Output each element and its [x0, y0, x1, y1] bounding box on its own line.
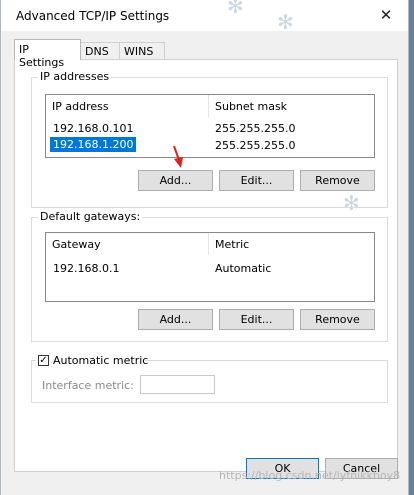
column-header-ip-address[interactable]: IP address	[52, 95, 109, 118]
button-label: Add...	[159, 313, 192, 326]
gateway-remove-button[interactable]: Remove	[300, 309, 375, 330]
ip-row-1-address[interactable]: 192.168.0.101	[53, 122, 133, 135]
gateway-add-button[interactable]: Add...	[138, 309, 213, 330]
ip-row-2-mask[interactable]: 255.255.255.0	[215, 139, 295, 152]
tab-ip-settings[interactable]: IP Settings	[14, 39, 81, 69]
ip-edit-button[interactable]: Edit...	[219, 170, 294, 191]
ip-addresses-legend: IP addresses	[38, 70, 112, 83]
title-bar: Advanced TCP/IP Settings ✻ ✻ ✕	[1, 0, 408, 34]
watermark-text: https://blog.csdn.net/lyfnikkboy8	[219, 469, 401, 482]
column-header-gateway[interactable]: Gateway	[52, 233, 101, 256]
column-divider	[208, 233, 209, 255]
tab-label: DNS	[85, 45, 109, 58]
column-header-metric[interactable]: Metric	[215, 233, 249, 256]
advanced-tcpip-dialog: Advanced TCP/IP Settings ✻ ✻ ✕ IP Settin…	[0, 0, 409, 495]
button-label: Remove	[315, 174, 360, 187]
snowflake-decoration-icon: ✻	[277, 10, 294, 34]
snowflake-decoration-icon: ✻	[343, 191, 360, 215]
snowflake-decoration-icon: ✻	[227, 0, 244, 18]
tab-wins[interactable]: WINS	[119, 42, 165, 59]
tab-label: WINS	[124, 45, 154, 58]
metric-group: ✓ Automatic metric Interface metric:	[31, 353, 388, 403]
interface-metric-label: Interface metric:	[42, 379, 134, 392]
interface-metric-input[interactable]	[140, 375, 215, 394]
tab-strip: IP Settings DNS WINS	[14, 39, 398, 69]
button-label: Edit...	[240, 174, 273, 187]
ip-remove-button[interactable]: Remove	[300, 170, 375, 191]
button-label: Add...	[159, 174, 192, 187]
automatic-metric-checkbox-row[interactable]: ✓ Automatic metric	[36, 353, 148, 369]
button-label: Remove	[315, 313, 360, 326]
ip-settings-panel: IP addresses IP address Subnet mask 192.…	[14, 59, 398, 472]
gateway-edit-button[interactable]: Edit...	[219, 309, 294, 330]
gateway-list[interactable]: Gateway Metric 192.168.0.1 Automatic	[45, 232, 375, 302]
ip-addresses-group: IP addresses IP address Subnet mask 192.…	[31, 70, 388, 208]
ip-row-1-mask[interactable]: 255.255.255.0	[215, 122, 295, 135]
close-icon: ✕	[379, 6, 393, 24]
ip-address-list[interactable]: IP address Subnet mask 192.168.0.101 255…	[45, 94, 375, 158]
automatic-metric-label: Automatic metric	[53, 354, 149, 367]
tab-dns[interactable]: DNS	[80, 42, 120, 59]
automatic-metric-checkbox[interactable]: ✓	[38, 355, 49, 366]
gateway-row-1-metric[interactable]: Automatic	[215, 262, 271, 275]
ip-row-2-address-selected[interactable]: 192.168.1.200	[48, 136, 138, 153]
tab-label: IP Settings	[19, 43, 65, 69]
button-label: Edit...	[240, 313, 273, 326]
ip-add-button[interactable]: Add...	[138, 170, 213, 191]
close-button[interactable]: ✕	[364, 0, 408, 31]
gateway-row-1[interactable]: 192.168.0.1	[53, 262, 119, 275]
column-divider	[208, 95, 209, 117]
default-gateways-legend: Default gateways:	[38, 210, 143, 223]
red-arrow-annotation-icon	[173, 145, 183, 168]
default-gateways-group: Default gateways: Gateway Metric 192.168…	[31, 210, 388, 342]
window-title: Advanced TCP/IP Settings	[16, 9, 170, 23]
column-header-subnet-mask[interactable]: Subnet mask	[215, 95, 287, 118]
